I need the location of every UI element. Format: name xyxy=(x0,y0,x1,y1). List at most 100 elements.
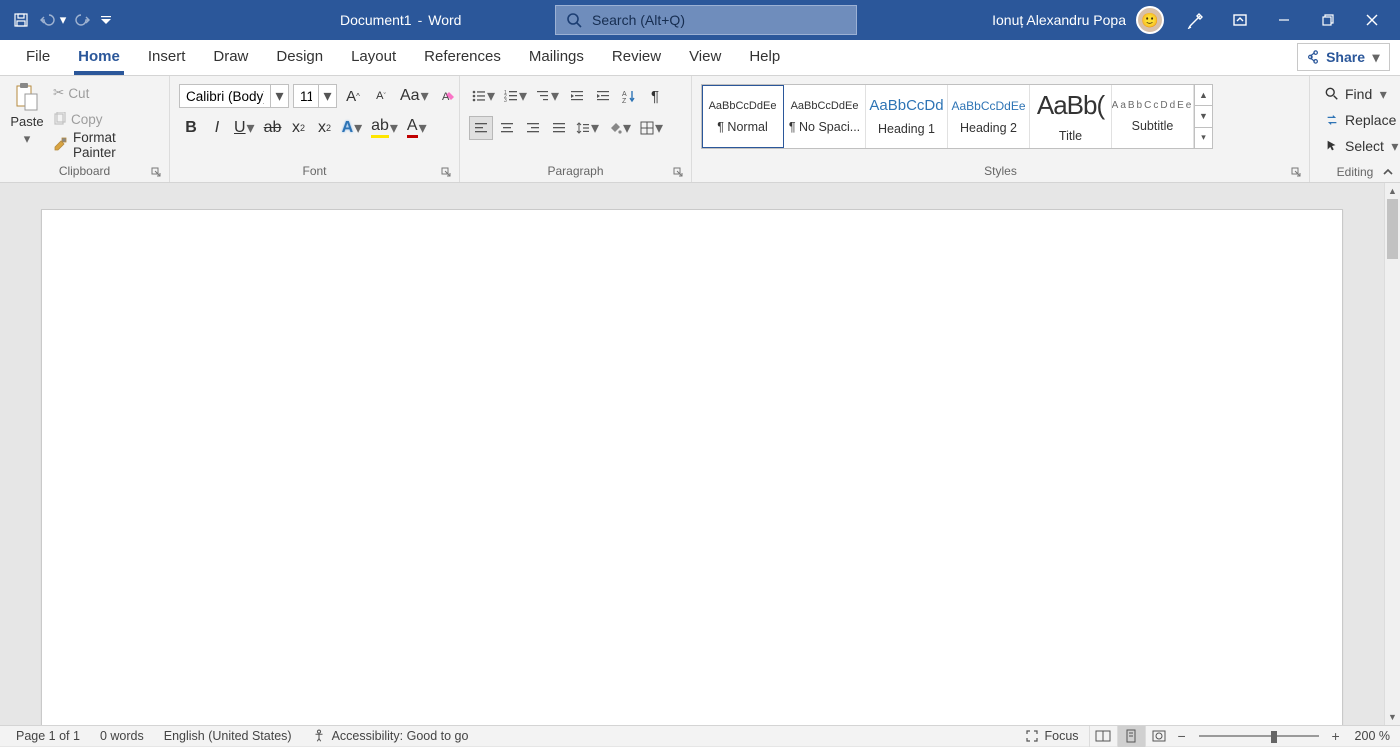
search-box[interactable]: Search (Alt+Q) xyxy=(555,5,857,35)
zoom-level[interactable]: 200 % xyxy=(1345,729,1394,743)
word-count[interactable]: 0 words xyxy=(90,729,154,743)
multilevel-list-button[interactable]: ▾ xyxy=(533,84,563,108)
zoom-out-button[interactable]: − xyxy=(1173,728,1191,744)
show-marks-button[interactable]: ¶ xyxy=(643,84,667,108)
subscript-button[interactable]: x2 xyxy=(287,116,311,140)
style-name: ¶ Normal xyxy=(717,120,767,134)
select-button[interactable]: Select ▾ xyxy=(1321,134,1400,158)
signed-in-user[interactable]: Ionuț Alexandru Popa 🙂 xyxy=(982,6,1174,34)
vertical-scrollbar[interactable]: ▲ ▼ xyxy=(1384,183,1400,725)
shrink-font-button[interactable]: Aˇ xyxy=(369,84,393,108)
grow-font-button[interactable]: A^ xyxy=(341,84,365,108)
copy-button[interactable]: Copy xyxy=(49,106,164,132)
borders-button[interactable]: ▾ xyxy=(637,116,667,140)
styles-launcher-icon[interactable] xyxy=(1288,164,1304,180)
tab-design[interactable]: Design xyxy=(262,40,337,75)
tab-file[interactable]: File xyxy=(12,40,64,75)
bold-button[interactable]: B xyxy=(179,116,203,140)
close-button[interactable] xyxy=(1350,0,1394,40)
bullets-button[interactable]: ▾ xyxy=(469,84,499,108)
ribbon-display-icon[interactable] xyxy=(1218,0,1262,40)
numbering-button[interactable]: 123▾ xyxy=(501,84,531,108)
share-button[interactable]: Share ▾ xyxy=(1297,43,1390,71)
tab-view[interactable]: View xyxy=(675,40,735,75)
accessibility-status[interactable]: Accessibility: Good to go xyxy=(302,729,479,743)
gallery-more-icon[interactable]: ▾ xyxy=(1195,128,1212,148)
style-heading-1[interactable]: AaBbCcDdHeading 1 xyxy=(866,85,948,148)
tab-insert[interactable]: Insert xyxy=(134,40,200,75)
focus-mode-button[interactable]: Focus xyxy=(1015,729,1089,743)
font-color-button[interactable]: A▾ xyxy=(404,116,431,140)
font-name-combo[interactable]: ▾ xyxy=(179,84,289,108)
scroll-up-icon[interactable]: ▲ xyxy=(1385,183,1400,199)
style--no-spaci-[interactable]: AaBbCcDdEe¶ No Spaci... xyxy=(784,85,866,148)
style-title[interactable]: AaBb(Title xyxy=(1030,85,1112,148)
tab-draw[interactable]: Draw xyxy=(199,40,262,75)
page-count[interactable]: Page 1 of 1 xyxy=(6,729,90,743)
style--normal[interactable]: AaBbCcDdEe¶ Normal xyxy=(702,85,784,148)
clipboard-launcher-icon[interactable] xyxy=(148,164,164,180)
change-case-button[interactable]: Aa▾ xyxy=(397,84,433,108)
group-clipboard: Paste ▾ ✂ Cut Copy Form xyxy=(0,76,170,182)
style-subtitle[interactable]: AaBbCcDdEeSubtitle xyxy=(1112,85,1194,148)
increase-indent-button[interactable] xyxy=(591,84,615,108)
font-name-input[interactable] xyxy=(180,89,270,104)
zoom-thumb[interactable] xyxy=(1271,731,1277,743)
maximize-button[interactable] xyxy=(1306,0,1350,40)
tab-references[interactable]: References xyxy=(410,40,515,75)
font-size-input[interactable] xyxy=(294,89,318,104)
zoom-in-button[interactable]: + xyxy=(1327,728,1345,744)
read-mode-button[interactable] xyxy=(1089,726,1117,747)
style-heading-2[interactable]: AaBbCcDdEeHeading 2 xyxy=(948,85,1030,148)
strikethrough-button[interactable]: ab xyxy=(261,116,285,140)
scroll-thumb[interactable] xyxy=(1387,199,1398,259)
tab-mailings[interactable]: Mailings xyxy=(515,40,598,75)
cursor-icon xyxy=(1325,139,1339,153)
coming-soon-icon[interactable] xyxy=(1174,0,1218,40)
underline-button[interactable]: U▾ xyxy=(231,116,259,140)
undo-icon[interactable] xyxy=(34,6,60,34)
print-layout-button[interactable] xyxy=(1117,726,1145,747)
paste-button[interactable]: Paste ▾ xyxy=(5,78,49,151)
superscript-button[interactable]: x2 xyxy=(313,116,337,140)
zoom-slider[interactable] xyxy=(1199,726,1319,747)
chevron-down-icon[interactable]: ▾ xyxy=(318,85,336,107)
format-painter-button[interactable]: Format Painter xyxy=(49,132,164,158)
tab-layout[interactable]: Layout xyxy=(337,40,410,75)
tab-home[interactable]: Home xyxy=(64,40,134,75)
italic-button[interactable]: I xyxy=(205,116,229,140)
find-button[interactable]: Find ▾ xyxy=(1321,82,1400,106)
chevron-down-icon[interactable]: ▾ xyxy=(270,85,288,107)
shading-button[interactable]: ▾ xyxy=(605,116,635,140)
align-left-button[interactable] xyxy=(469,116,493,140)
align-center-button[interactable] xyxy=(495,116,519,140)
font-size-combo[interactable]: ▾ xyxy=(293,84,337,108)
text-effects-button[interactable]: A▾ xyxy=(339,116,367,140)
line-spacing-button[interactable]: ▾ xyxy=(573,116,603,140)
paragraph-launcher-icon[interactable] xyxy=(670,164,686,180)
language[interactable]: English (United States) xyxy=(154,729,302,743)
tab-review[interactable]: Review xyxy=(598,40,675,75)
gallery-down-icon[interactable]: ▼ xyxy=(1195,106,1212,127)
font-launcher-icon[interactable] xyxy=(438,164,454,180)
chevron-down-icon[interactable]: ▾ xyxy=(22,131,32,147)
scroll-down-icon[interactable]: ▼ xyxy=(1385,709,1400,725)
web-layout-button[interactable] xyxy=(1145,726,1173,747)
redo-icon[interactable] xyxy=(70,6,96,34)
qat-customize-icon[interactable] xyxy=(96,6,116,34)
sort-button[interactable]: AZ xyxy=(617,84,641,108)
justify-button[interactable] xyxy=(547,116,571,140)
collapse-ribbon-icon[interactable] xyxy=(1382,166,1394,178)
page[interactable] xyxy=(41,209,1343,725)
cut-button[interactable]: ✂ Cut xyxy=(49,80,164,106)
align-right-button[interactable] xyxy=(521,116,545,140)
scroll-track[interactable] xyxy=(1385,199,1400,709)
tab-help[interactable]: Help xyxy=(735,40,794,75)
highlight-button[interactable]: ab▾ xyxy=(368,116,402,140)
clear-formatting-button[interactable]: A xyxy=(437,84,461,108)
minimize-button[interactable] xyxy=(1262,0,1306,40)
replace-button[interactable]: Replace xyxy=(1321,108,1400,132)
gallery-up-icon[interactable]: ▲ xyxy=(1195,85,1212,106)
save-icon[interactable] xyxy=(8,6,34,34)
decrease-indent-button[interactable] xyxy=(565,84,589,108)
